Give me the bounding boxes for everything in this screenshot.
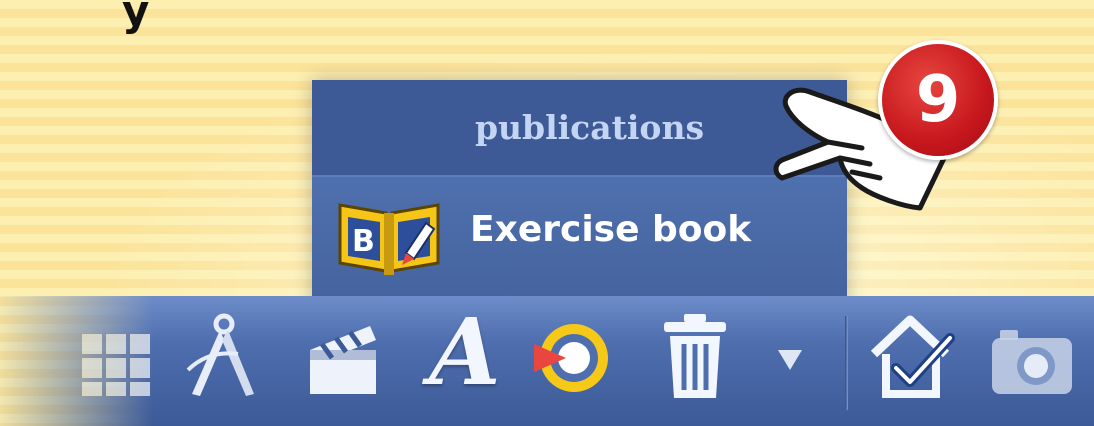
record-button[interactable]	[528, 310, 618, 400]
grid-icon	[82, 334, 150, 396]
partial-heading-text: y	[122, 0, 150, 35]
home-check-button[interactable]	[866, 310, 956, 400]
clapperboard-button[interactable]	[298, 310, 388, 400]
record-icon	[534, 324, 608, 392]
svg-text:B: B	[352, 224, 375, 259]
bottom-toolbar: A	[0, 296, 1094, 426]
step-number: 9	[915, 63, 961, 137]
clapperboard-icon	[310, 326, 376, 394]
home-check-icon	[870, 315, 955, 398]
compass-icon	[186, 313, 254, 396]
exercise-book-icon: B	[338, 203, 440, 275]
dropdown-arrow-icon	[778, 350, 802, 370]
camera-button[interactable]	[986, 310, 1076, 400]
menu-item-label: Exercise book	[470, 209, 752, 250]
menu-header: publications	[312, 80, 847, 177]
publications-menu: publications B Exercise book	[312, 80, 847, 310]
text-button[interactable]: A	[425, 302, 505, 402]
trash-button[interactable]	[650, 310, 740, 400]
menu-item-exercise-book[interactable]: B Exercise book	[312, 177, 847, 297]
camera-icon	[992, 330, 1072, 394]
trash-icon	[664, 314, 726, 398]
toolbar-divider	[845, 316, 848, 410]
compass-button[interactable]	[178, 310, 268, 400]
grid-button[interactable]	[74, 310, 164, 400]
more-tools-dropdown[interactable]	[760, 310, 820, 400]
menu-title: publications	[474, 108, 705, 147]
step-number-badge: 9	[878, 40, 998, 160]
